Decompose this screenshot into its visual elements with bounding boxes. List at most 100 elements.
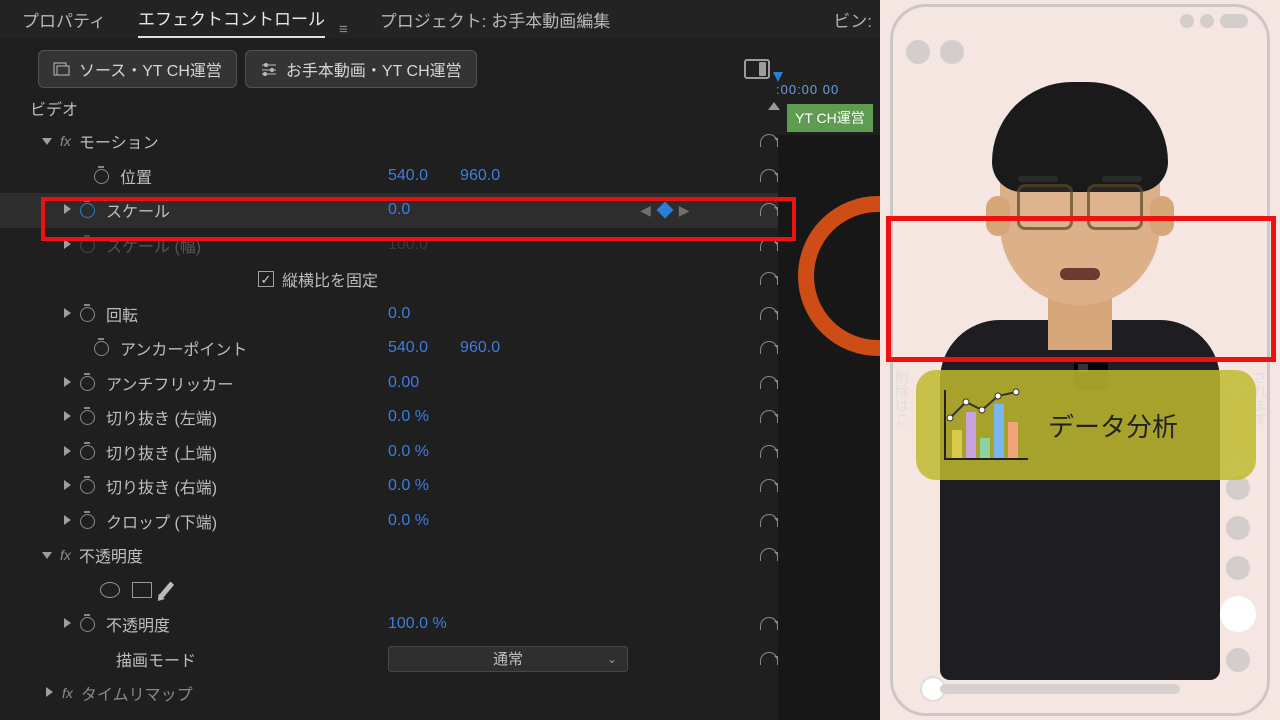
rect-mask-icon[interactable]	[132, 582, 152, 598]
anchor-y-value[interactable]: 960.0	[460, 339, 500, 356]
video-section-header[interactable]: ビデオ	[0, 92, 880, 124]
stopwatch-icon[interactable]	[80, 616, 96, 632]
crop-left-row[interactable]: 切り抜き (左端) 0.0 %	[0, 400, 880, 435]
phone-status-dots	[1180, 14, 1248, 28]
clip-chip-label: お手本動画・YT CH運営	[286, 57, 462, 81]
fx-badge-icon: fx	[62, 685, 73, 701]
fx-badge-icon: fx	[60, 547, 71, 563]
caption-text: データ分析	[1048, 407, 1178, 444]
reset-icon[interactable]	[760, 341, 780, 355]
opacity-row[interactable]: 不透明度 100.0 %	[0, 607, 880, 642]
caption-card: データ分析	[916, 370, 1256, 480]
caret-right-icon[interactable]	[60, 445, 74, 459]
source-chip[interactable]: ソース・YT CH運営	[38, 50, 237, 88]
crop-bottom-row[interactable]: クロップ (下端) 0.0 %	[0, 504, 880, 539]
reset-icon[interactable]	[760, 203, 780, 217]
reset-icon[interactable]	[760, 652, 780, 666]
crop-left-value[interactable]: 0.0 %	[388, 408, 429, 426]
opacity-group-row[interactable]: fx 不透明度	[0, 538, 880, 573]
reset-icon[interactable]	[760, 479, 780, 493]
caret-right-icon[interactable]	[60, 479, 74, 493]
uniform-scale-row[interactable]: 縦横比を固定	[0, 262, 880, 297]
uniform-scale-checkbox[interactable]	[258, 271, 274, 287]
crop-right-label: 切り抜き (右端)	[106, 474, 217, 498]
caret-right-icon[interactable]	[60, 514, 74, 528]
anchor-x-value[interactable]: 540.0	[388, 339, 428, 356]
crop-top-value[interactable]: 0.0 %	[388, 443, 429, 461]
caret-right-icon[interactable]	[60, 307, 74, 321]
stopwatch-icon[interactable]	[80, 306, 96, 322]
stopwatch-icon[interactable]	[80, 375, 96, 391]
opacity-value[interactable]: 100.0 %	[388, 615, 447, 633]
position-label: 位置	[120, 164, 152, 188]
caret-down-icon[interactable]	[40, 548, 54, 562]
blend-mode-dropdown[interactable]: 通常 ⌄	[388, 646, 628, 672]
pen-mask-icon[interactable]	[159, 581, 174, 598]
timeremap-label: タイムリマップ	[81, 681, 193, 705]
crop-bottom-value[interactable]: 0.0 %	[388, 512, 429, 530]
clip-chip[interactable]: お手本動画・YT CH運営	[245, 50, 477, 88]
caret-right-icon[interactable]	[60, 617, 74, 631]
anchor-row[interactable]: アンカーポイント 540.0960.0	[0, 331, 880, 366]
side-text-left: 削除はこ	[892, 370, 912, 426]
stopwatch-icon[interactable]	[80, 409, 96, 425]
stopwatch-icon[interactable]	[80, 478, 96, 494]
reset-icon[interactable]	[760, 548, 780, 562]
next-keyframe-icon[interactable]: ▶	[679, 202, 690, 219]
reset-icon[interactable]	[760, 514, 780, 528]
ellipse-mask-icon[interactable]	[100, 582, 120, 598]
reset-icon[interactable]	[760, 445, 780, 459]
caret-right-icon[interactable]	[42, 686, 56, 700]
stopwatch-icon[interactable]	[80, 444, 96, 460]
panel-tabs: プロパティ エフェクトコントロール ≡ プロジェクト: お手本動画編集 ビン:	[0, 0, 880, 38]
opacity-label: 不透明度	[106, 612, 170, 636]
scale-value[interactable]: 0.0	[388, 201, 410, 219]
crop-top-label: 切り抜き (上端)	[106, 440, 217, 464]
reset-icon[interactable]	[760, 307, 780, 321]
antiflicker-row[interactable]: アンチフリッカー 0.00	[0, 366, 880, 401]
caret-down-icon[interactable]	[40, 134, 54, 148]
position-x-value[interactable]: 540.0	[388, 167, 428, 184]
effect-controls-panel: プロパティ エフェクトコントロール ≡ プロジェクト: お手本動画編集 ビン: …	[0, 0, 880, 720]
rotation-row[interactable]: 回転 0.0	[0, 297, 880, 332]
toggle-timeline-view-icon[interactable]	[744, 59, 770, 79]
panel-menu-icon[interactable]: ≡	[339, 21, 348, 38]
caret-right-icon	[60, 238, 74, 252]
stopwatch-icon[interactable]	[94, 168, 110, 184]
stopwatch-icon[interactable]	[94, 340, 110, 356]
phone-side-dots	[1220, 476, 1256, 672]
rotation-value[interactable]: 0.0	[388, 305, 410, 323]
position-y-value[interactable]: 960.0	[460, 167, 500, 184]
crop-top-row[interactable]: 切り抜き (上端) 0.0 %	[0, 435, 880, 470]
crop-right-row[interactable]: 切り抜き (右端) 0.0 %	[0, 469, 880, 504]
position-row[interactable]: 位置 540.0 960.0	[0, 159, 880, 194]
caret-right-icon[interactable]	[60, 376, 74, 390]
crop-right-value[interactable]: 0.0 %	[388, 477, 429, 495]
rotation-label: 回転	[106, 302, 138, 326]
scale-width-label: スケール (幅)	[106, 233, 201, 257]
reset-icon[interactable]	[760, 410, 780, 424]
timeremap-row[interactable]: fx タイムリマップ	[0, 676, 880, 711]
caret-right-icon[interactable]	[60, 410, 74, 424]
scale-row[interactable]: スケール 0.0 ◀ ▶	[0, 193, 880, 228]
reset-icon[interactable]	[760, 272, 780, 286]
blend-row[interactable]: 描画モード 通常 ⌄	[0, 642, 880, 677]
prev-keyframe-icon[interactable]: ◀	[640, 202, 651, 219]
fx-badge-icon: fx	[60, 133, 71, 149]
reset-icon[interactable]	[760, 376, 780, 390]
tab-project[interactable]: プロジェクト: お手本動画編集	[380, 7, 610, 38]
bin-label: ビン:	[833, 7, 872, 32]
reset-icon[interactable]	[760, 617, 780, 631]
antiflicker-value[interactable]: 0.00	[388, 374, 419, 392]
add-keyframe-icon[interactable]	[656, 202, 673, 219]
motion-group-row[interactable]: fx モーション	[0, 124, 880, 159]
reset-icon[interactable]	[760, 169, 780, 183]
tab-properties[interactable]: プロパティ	[22, 7, 106, 38]
tab-effect-controls[interactable]: エフェクトコントロール	[138, 5, 325, 38]
caret-right-icon[interactable]	[60, 203, 74, 217]
stopwatch-active-icon[interactable]	[80, 202, 96, 218]
stopwatch-icon[interactable]	[80, 513, 96, 529]
clip-icon	[53, 62, 71, 76]
collapse-up-icon[interactable]	[768, 102, 780, 110]
reset-icon[interactable]	[760, 134, 780, 148]
